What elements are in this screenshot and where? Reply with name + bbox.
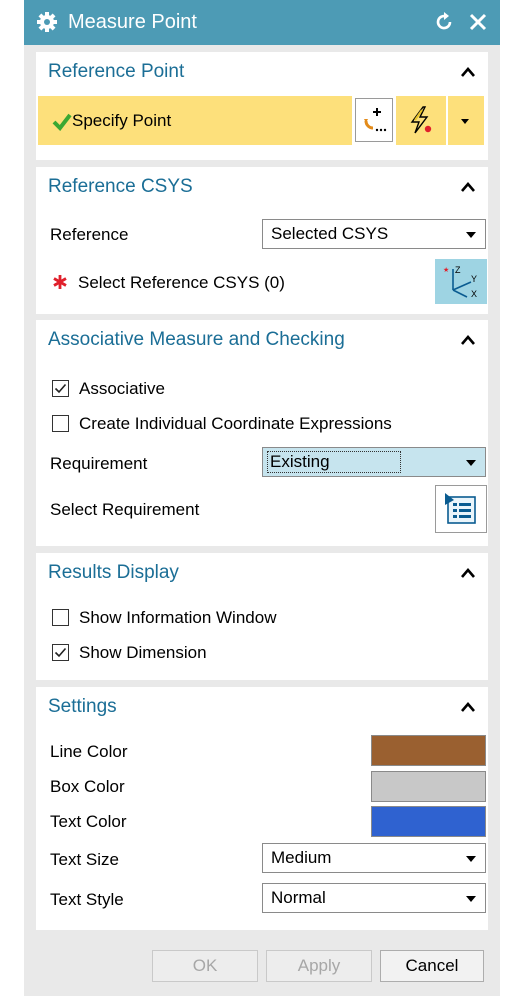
section-title: Results Display xyxy=(48,562,179,583)
reset-icon[interactable] xyxy=(433,11,455,33)
section-results-display: Results Display Show Information Window … xyxy=(36,553,488,680)
checkmark-icon xyxy=(52,113,72,131)
chevron-up-icon[interactable] xyxy=(460,701,476,713)
associative-label: Associative xyxy=(79,379,165,398)
chevron-down-icon xyxy=(461,119,469,124)
chevron-up-icon[interactable] xyxy=(460,334,476,346)
section-title: Settings xyxy=(48,696,117,717)
text-size-label: Text Size xyxy=(50,850,119,869)
box-color-swatch[interactable] xyxy=(371,771,486,802)
show-information-window-checkbox[interactable] xyxy=(52,609,69,626)
reference-value: Selected CSYS xyxy=(271,224,389,243)
section-title: Reference CSYS xyxy=(48,176,193,197)
select-requirement-label[interactable]: Select Requirement xyxy=(50,500,199,520)
check-icon xyxy=(54,383,67,394)
section-reference-point: Reference Point Specify Point xyxy=(36,52,488,160)
point-type-dropdown[interactable] xyxy=(448,96,484,145)
reference-label: Reference xyxy=(50,225,129,244)
chevron-down-icon xyxy=(466,460,476,466)
chevron-up-icon[interactable] xyxy=(460,567,476,579)
gear-icon xyxy=(37,12,57,32)
list-icon xyxy=(445,493,476,524)
title-bar: Measure Point xyxy=(24,0,500,45)
measure-point-dialog: Measure Point Reference Point Specify Po… xyxy=(24,0,500,996)
text-color-label: Text Color xyxy=(50,812,127,831)
apply-button[interactable]: Apply xyxy=(266,950,372,982)
chevron-down-icon xyxy=(466,856,476,862)
text-style-value: Normal xyxy=(271,888,326,907)
svg-text:Z: Z xyxy=(455,265,461,275)
svg-text:X: X xyxy=(471,289,477,299)
text-color-swatch[interactable] xyxy=(371,806,486,837)
chevron-down-icon xyxy=(466,232,476,238)
associative-checkbox[interactable] xyxy=(52,380,69,397)
individual-expressions-label: Create Individual Coordinate Expressions xyxy=(79,414,392,433)
window-title: Measure Point xyxy=(68,11,197,33)
select-reference-csys-label[interactable]: Select Reference CSYS (0) xyxy=(78,273,285,293)
ok-button[interactable]: OK xyxy=(152,950,258,982)
required-star-icon xyxy=(53,275,67,289)
requirement-dropdown[interactable]: Existing xyxy=(262,447,486,477)
point-dialog-button[interactable] xyxy=(355,98,393,142)
lightning-point-icon xyxy=(410,106,432,134)
section-title: Reference Point xyxy=(48,61,185,82)
section-associative-measure: Associative Measure and Checking Associa… xyxy=(36,320,488,546)
svg-text:Y: Y xyxy=(471,274,477,284)
show-dimension-checkbox[interactable] xyxy=(52,644,69,661)
text-style-label: Text Style xyxy=(50,890,124,909)
csys-icon: Z Y X ★ xyxy=(443,265,477,299)
inferred-point-button[interactable] xyxy=(396,96,446,145)
text-size-value: Medium xyxy=(271,848,332,867)
specify-point-row[interactable]: Specify Point xyxy=(38,96,352,145)
individual-expressions-checkbox[interactable] xyxy=(52,415,69,432)
svg-text:★: ★ xyxy=(443,266,449,274)
close-icon[interactable] xyxy=(468,12,488,32)
chevron-up-icon[interactable] xyxy=(460,181,476,193)
csys-dialog-button[interactable]: Z Y X ★ xyxy=(435,259,487,304)
line-color-swatch[interactable] xyxy=(371,735,486,766)
text-style-dropdown[interactable]: Normal xyxy=(262,883,486,913)
chevron-down-icon xyxy=(466,896,476,902)
specify-point-label: Specify Point xyxy=(72,111,172,130)
requirement-value: Existing xyxy=(267,451,401,473)
box-color-label: Box Color xyxy=(50,777,125,796)
requirement-list-button[interactable] xyxy=(435,485,487,533)
chevron-up-icon[interactable] xyxy=(460,66,476,78)
show-information-window-label: Show Information Window xyxy=(79,608,277,627)
section-title: Associative Measure and Checking xyxy=(48,329,345,350)
point-constructor-icon xyxy=(364,108,387,132)
section-settings: Settings Line Color Box Color Text Color… xyxy=(36,687,488,930)
show-dimension-label: Show Dimension xyxy=(79,643,207,662)
cancel-button[interactable]: Cancel xyxy=(380,950,484,982)
check-icon xyxy=(54,647,67,658)
text-size-dropdown[interactable]: Medium xyxy=(262,843,486,873)
line-color-label: Line Color xyxy=(50,742,128,761)
section-reference-csys: Reference CSYS Reference Selected CSYS S… xyxy=(36,167,488,314)
requirement-label: Requirement xyxy=(50,454,148,473)
reference-dropdown[interactable]: Selected CSYS xyxy=(262,219,486,249)
